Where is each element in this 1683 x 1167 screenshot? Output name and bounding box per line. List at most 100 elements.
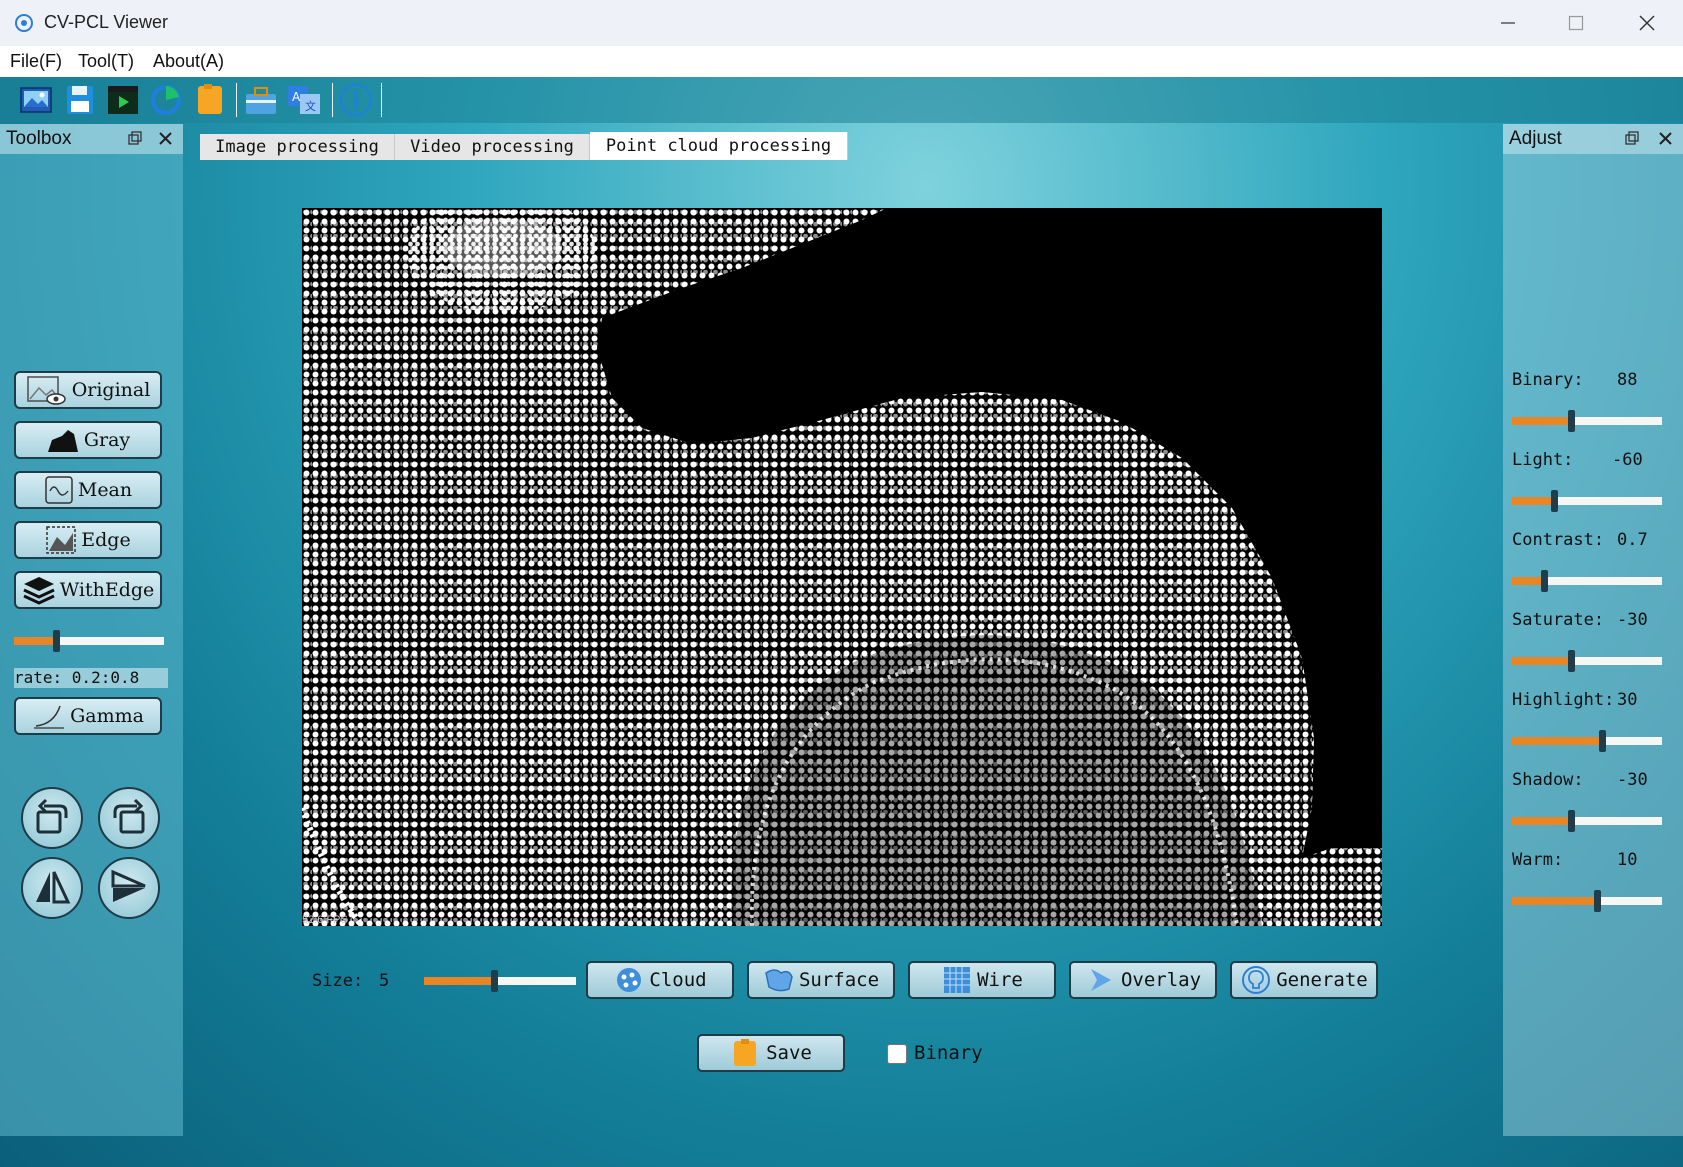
minimize-button[interactable]	[1485, 8, 1531, 38]
flip-vertical-button[interactable]	[98, 857, 160, 919]
svg-text:文: 文	[305, 99, 316, 113]
slider-handle[interactable]	[1594, 890, 1601, 912]
close-panel-icon[interactable]	[1658, 131, 1673, 146]
surface-button[interactable]: Surface	[747, 961, 895, 999]
withedge-button[interactable]: WithEdge	[14, 571, 162, 609]
adjust-slider[interactable]	[1512, 570, 1662, 592]
toolbox-icon[interactable]	[243, 82, 279, 118]
binary-checkbox-label: Binary	[914, 1042, 983, 1064]
adjust-label: Saturate:	[1512, 610, 1605, 630]
edge-label: Edge	[81, 529, 131, 551]
adjust-slider[interactable]	[1512, 490, 1662, 512]
adjust-value: -60	[1612, 450, 1643, 470]
rate-slider[interactable]	[14, 630, 164, 652]
info-icon[interactable]	[338, 82, 374, 118]
svg-text:A: A	[292, 90, 301, 104]
slider-fill	[1512, 817, 1571, 825]
adjust-value: 30	[1617, 690, 1638, 710]
generate-button[interactable]: Generate	[1230, 961, 1378, 999]
cloud-button[interactable]: Cloud	[586, 961, 734, 999]
overlay-icon	[1090, 969, 1111, 991]
slider-handle[interactable]	[1599, 730, 1606, 752]
tab-video-processing[interactable]: Video processing	[395, 134, 590, 160]
slider-handle[interactable]	[1568, 810, 1575, 832]
tab-point-cloud-processing[interactable]: Point cloud processing	[590, 132, 848, 160]
adjust-header: Adjust	[1503, 124, 1683, 154]
adjust-value: -30	[1617, 770, 1648, 790]
adjust-slider[interactable]	[1512, 890, 1662, 912]
original-image-icon	[26, 376, 66, 405]
rate-label: rate: 0.2:0.8	[14, 668, 168, 688]
slider-handle[interactable]	[491, 970, 498, 992]
adjust-slider[interactable]	[1512, 810, 1662, 832]
maximize-button[interactable]	[1553, 8, 1599, 38]
adjust-label: Highlight:	[1512, 690, 1615, 710]
slider-fill	[424, 977, 494, 985]
save-icon[interactable]	[62, 82, 98, 118]
overlay-button[interactable]: Overlay	[1069, 961, 1217, 999]
surface-label: Surface	[798, 969, 880, 991]
slider-handle[interactable]	[1551, 490, 1558, 512]
float-panel-icon[interactable]	[128, 131, 142, 145]
adjust-label: Shadow:	[1512, 770, 1584, 790]
size-value: 5	[379, 971, 390, 991]
adjust-value: 10	[1617, 850, 1638, 870]
float-panel-icon[interactable]	[1625, 131, 1639, 145]
slider-fill	[1512, 657, 1571, 665]
slider-handle[interactable]	[1541, 570, 1548, 592]
mean-button[interactable]: Mean	[14, 471, 162, 509]
rotate-right-icon	[113, 798, 145, 834]
translate-icon[interactable]: A 文	[286, 82, 322, 118]
toolbox-title: Toolbox	[6, 128, 72, 149]
mean-icon	[45, 476, 73, 504]
gamma-button[interactable]: Gamma	[14, 697, 162, 735]
menu-bar: File(F) Tool(T) About(A)	[0, 46, 1683, 77]
size-label: Size:	[312, 971, 364, 991]
binary-checkbox[interactable]	[887, 1044, 907, 1064]
flip-horizontal-button[interactable]	[21, 857, 83, 919]
point-cloud-viewport[interactable]	[302, 208, 1382, 926]
close-button[interactable]	[1624, 8, 1670, 38]
point-cloud-render	[302, 208, 1382, 926]
close-icon	[1639, 15, 1655, 31]
adjust-label: Warm:	[1512, 850, 1564, 870]
slider-fill	[14, 637, 56, 645]
tab-image-processing[interactable]: Image processing	[200, 134, 395, 160]
flip-vertical-icon	[111, 869, 146, 902]
rotate-right-button[interactable]	[98, 787, 160, 849]
mean-label: Mean	[77, 479, 133, 501]
slider-handle[interactable]	[53, 630, 60, 652]
toolbar-separator	[236, 83, 237, 117]
adjust-panel: Adjust	[1503, 124, 1683, 1136]
adjust-value: -30	[1617, 610, 1648, 630]
overlay-label: Overlay	[1120, 969, 1202, 991]
cloud-icon	[617, 968, 642, 992]
gray-button[interactable]: Gray	[14, 421, 162, 459]
minimize-icon	[1501, 22, 1515, 24]
fps-counter: 52.6 FPS	[302, 914, 348, 926]
adjust-slider[interactable]	[1512, 410, 1662, 432]
adjust-title: Adjust	[1509, 128, 1562, 149]
rotate-left-button[interactable]	[21, 787, 83, 849]
original-button[interactable]: Original	[14, 371, 162, 409]
size-slider[interactable]	[424, 970, 576, 992]
folder-icon[interactable]	[192, 82, 228, 118]
menu-tool[interactable]: Tool(T)	[78, 51, 134, 72]
refresh-icon[interactable]	[148, 82, 184, 118]
slider-handle[interactable]	[1568, 410, 1575, 432]
slider-handle[interactable]	[1568, 650, 1575, 672]
adjust-slider[interactable]	[1512, 650, 1662, 672]
video-icon[interactable]	[105, 82, 141, 118]
wire-button[interactable]: Wire	[908, 961, 1056, 999]
save-file-icon	[734, 1039, 757, 1066]
close-panel-icon[interactable]	[158, 131, 173, 146]
menu-file[interactable]: File(F)	[10, 51, 62, 72]
save-button[interactable]: Save	[697, 1034, 845, 1072]
generate-icon	[1242, 966, 1271, 994]
edge-button[interactable]: Edge	[14, 521, 162, 559]
maximize-icon	[1568, 15, 1584, 31]
adjust-slider[interactable]	[1512, 730, 1662, 752]
flip-horizontal-icon	[36, 871, 71, 904]
menu-about[interactable]: About(A)	[153, 51, 224, 72]
open-image-icon[interactable]	[18, 82, 54, 118]
